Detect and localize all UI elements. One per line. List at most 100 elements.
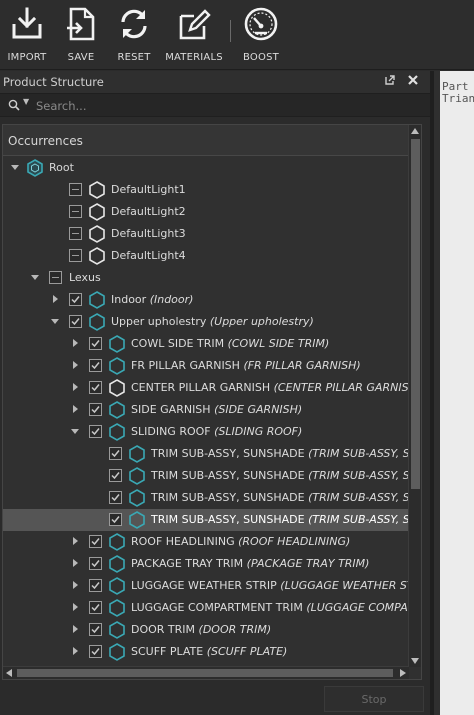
visibility-checkbox[interactable] (69, 227, 82, 240)
visibility-checkbox[interactable] (89, 425, 102, 438)
save-button[interactable]: SAVE (60, 6, 102, 68)
visibility-checkbox[interactable] (109, 447, 122, 460)
tree-row[interactable]: DefaultLight2 (3, 201, 409, 223)
visibility-checkbox[interactable] (89, 381, 102, 394)
tree-row[interactable]: SLIDING ROOF (SLIDING ROOF) (3, 421, 409, 443)
info-line-2: Trian (442, 92, 474, 105)
tree-row[interactable]: CENTER PILLAR GARNISH (CENTER PILLAR GAR… (3, 377, 421, 399)
expand-arrow-right-icon[interactable] (69, 403, 81, 415)
horizontal-scrollbar[interactable] (3, 666, 409, 679)
close-icon[interactable] (406, 74, 420, 88)
visibility-checkbox[interactable] (89, 359, 102, 372)
tree-row[interactable]: TRIM SUB-ASSY, SUNSHADE (TRIM SUB-ASSY, … (3, 465, 421, 487)
tree-row[interactable]: TRIM SUB-ASSY, SUNSHADE (TRIM SUB-ASSY, … (3, 443, 421, 465)
tree-row-name: TRIM SUB-ASSY, SUNSHADE (151, 469, 309, 482)
expand-arrow-right-icon[interactable] (69, 535, 81, 547)
expand-arrow-right-icon[interactable] (69, 337, 81, 349)
visibility-checkbox[interactable] (109, 513, 122, 526)
bottom-bar: Stop (0, 680, 430, 715)
import-button[interactable]: IMPORT (4, 6, 50, 68)
expand-arrow-down-icon[interactable] (29, 271, 41, 283)
tree-row[interactable]: Lexus (3, 267, 409, 289)
expand-arrow-right-icon[interactable] (69, 601, 81, 613)
expand-arrow-right-icon[interactable] (49, 293, 61, 305)
visibility-checkbox[interactable] (89, 645, 102, 658)
tree-row[interactable]: PACKAGE TRAY TRIM (PACKAGE TRAY TRIM) (3, 553, 409, 575)
scroll-down-arrow-icon[interactable] (411, 658, 419, 664)
tree-row[interactable]: FR PILLAR GARNISH (FR PILLAR GARNISH) (3, 355, 409, 377)
tree-row[interactable]: LUGGAGE WEATHER STRIP (LUGGAGE WEATHER S… (3, 575, 421, 597)
tree-row-name: Root (49, 161, 74, 174)
reset-button[interactable]: RESET (112, 6, 156, 68)
visibility-checkbox[interactable] (89, 403, 102, 416)
tree-row-name: SCUFF PLATE (131, 645, 207, 658)
part-hexagon-icon (107, 598, 127, 618)
tree-row[interactable]: DOOR TRIM (DOOR TRIM) (3, 619, 409, 641)
expand-arrow-down-icon[interactable] (49, 315, 61, 327)
expand-arrow-down-icon[interactable] (9, 161, 21, 173)
visibility-checkbox[interactable] (89, 535, 102, 548)
stop-button[interactable]: Stop (324, 686, 424, 712)
tree-row-name: DefaultLight2 (111, 205, 186, 218)
visibility-checkbox[interactable] (69, 183, 82, 196)
tree-row-name: FR PILLAR GARNISH (131, 359, 244, 372)
vertical-scroll-thumb[interactable] (411, 139, 420, 489)
materials-icon (179, 9, 211, 40)
tree-row-name: COWL SIDE TRIM (131, 337, 228, 350)
expand-arrow-right-icon[interactable] (69, 645, 81, 657)
materials-button[interactable]: MATERIALS (162, 6, 226, 68)
scroll-left-arrow-icon[interactable] (6, 669, 12, 677)
search-input[interactable] (36, 96, 416, 115)
tree-row[interactable]: TRIM SUB-ASSY, SUNSHADE (TRIM SUB-ASSY, … (3, 487, 421, 509)
expand-arrow-right-icon[interactable] (69, 359, 81, 371)
vertical-scrollbar[interactable] (408, 125, 421, 667)
search-icon[interactable] (8, 99, 20, 111)
tree-row[interactable]: DefaultLight4 (3, 245, 409, 267)
tree-row-label: DefaultLight3 (111, 227, 186, 240)
tree-row[interactable]: SCUFF PLATE (SCUFF PLATE) (3, 641, 409, 663)
visibility-checkbox[interactable] (69, 205, 82, 218)
visibility-checkbox[interactable] (89, 557, 102, 570)
expand-arrow-right-icon[interactable] (69, 381, 81, 393)
undock-icon[interactable] (383, 74, 397, 88)
search-options-caret-icon[interactable]: ▼ (23, 97, 29, 106)
expand-arrow-right-icon[interactable] (69, 623, 81, 635)
tree-row-name: ROOF HEADLINING (131, 535, 239, 548)
tree-row[interactable]: ROOF HEADLINING (ROOF HEADLINING) (3, 531, 409, 553)
part-hexagon-icon (87, 290, 107, 310)
tree-row[interactable]: SIDE GARNISH (SIDE GARNISH) (3, 399, 409, 421)
tree-row-name: Lexus (69, 271, 101, 284)
part-hexagon-icon (127, 488, 147, 508)
visibility-checkbox[interactable] (49, 271, 62, 284)
visibility-checkbox[interactable] (109, 491, 122, 504)
expand-arrow-down-icon[interactable] (69, 425, 81, 437)
visibility-checkbox[interactable] (109, 469, 122, 482)
scroll-up-arrow-icon[interactable] (411, 128, 419, 134)
tree-row[interactable]: LUGGAGE COMPARTMENT TRIM (LUGGAGE COMPAR… (3, 597, 421, 619)
visibility-checkbox[interactable] (89, 579, 102, 592)
tree-row[interactable]: DefaultLight1 (3, 179, 409, 201)
horizontal-scroll-thumb[interactable] (17, 669, 393, 677)
info-panel: Part C Trian (434, 71, 474, 715)
expand-arrow-right-icon[interactable] (69, 557, 81, 569)
expand-arrow-right-icon[interactable] (69, 579, 81, 591)
tree-row[interactable]: TRIM SUB-ASSY, SUNSHADE (TRIM SUB-ASSY, … (3, 509, 421, 531)
visibility-checkbox[interactable] (89, 623, 102, 636)
tree-row[interactable]: Root (3, 157, 409, 179)
panel-title: Product Structure (3, 75, 104, 89)
tree-row[interactable]: Indoor (Indoor) (3, 289, 409, 311)
scroll-right-arrow-icon[interactable] (400, 669, 406, 677)
tree-row-name: DefaultLight3 (111, 227, 186, 240)
tree-column-header[interactable]: Occurrences (3, 125, 409, 156)
visibility-checkbox[interactable] (69, 293, 82, 306)
visibility-checkbox[interactable] (69, 315, 82, 328)
visibility-checkbox[interactable] (89, 601, 102, 614)
tree-row[interactable]: Upper upholestry (Upper upholestry) (3, 311, 409, 333)
boost-button[interactable]: BOOST (240, 6, 282, 68)
visibility-checkbox[interactable] (89, 337, 102, 350)
tree-row[interactable]: DefaultLight3 (3, 223, 409, 245)
visibility-checkbox[interactable] (69, 249, 82, 262)
tree-row-label: SIDE GARNISH (SIDE GARNISH) (131, 403, 302, 416)
tree-row[interactable]: COWL SIDE TRIM (COWL SIDE TRIM) (3, 333, 409, 355)
tree-row-alias: (Upper upholestry) (209, 315, 314, 328)
